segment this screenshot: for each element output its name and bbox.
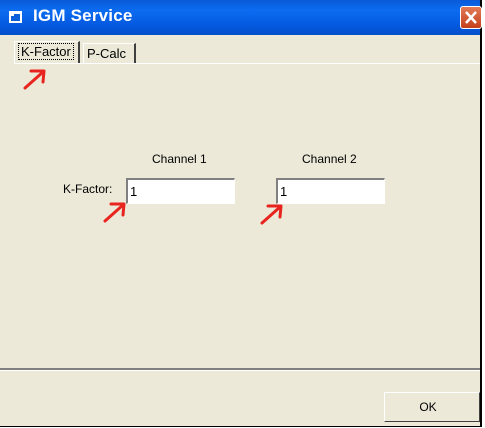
close-icon	[465, 11, 477, 24]
tab-k-factor-label: K-Factor	[18, 43, 74, 60]
channel-1-header: Channel 1	[152, 152, 207, 166]
channel-1-k-factor-input[interactable]	[126, 178, 235, 204]
channel-2-header: Channel 2	[302, 152, 357, 166]
ok-button[interactable]: OK	[384, 392, 480, 422]
close-button[interactable]	[460, 6, 482, 29]
title-bar[interactable]: IGM Service	[0, 0, 482, 35]
red-annotation-arrow-icon	[103, 202, 126, 223]
red-annotation-arrow-icon	[260, 204, 283, 225]
footer-separator-highlight	[0, 370, 480, 371]
tab-p-calc-label: P-Calc	[87, 46, 127, 61]
window-app-icon	[9, 11, 22, 23]
tab-k-factor[interactable]: K-Factor	[14, 41, 80, 63]
k-factor-label: K-Factor:	[63, 182, 113, 196]
channel-2-k-factor-input[interactable]	[276, 178, 385, 204]
igm-service-window: IGM Service K-Factor P-Calc Channel 1 Ch…	[0, 0, 482, 427]
ok-button-label: OK	[419, 400, 437, 414]
tab-panel-border	[14, 63, 480, 64]
window-title: IGM Service	[33, 6, 133, 25]
red-annotation-arrow-icon	[23, 69, 46, 90]
tab-p-calc[interactable]: P-Calc	[83, 43, 136, 63]
